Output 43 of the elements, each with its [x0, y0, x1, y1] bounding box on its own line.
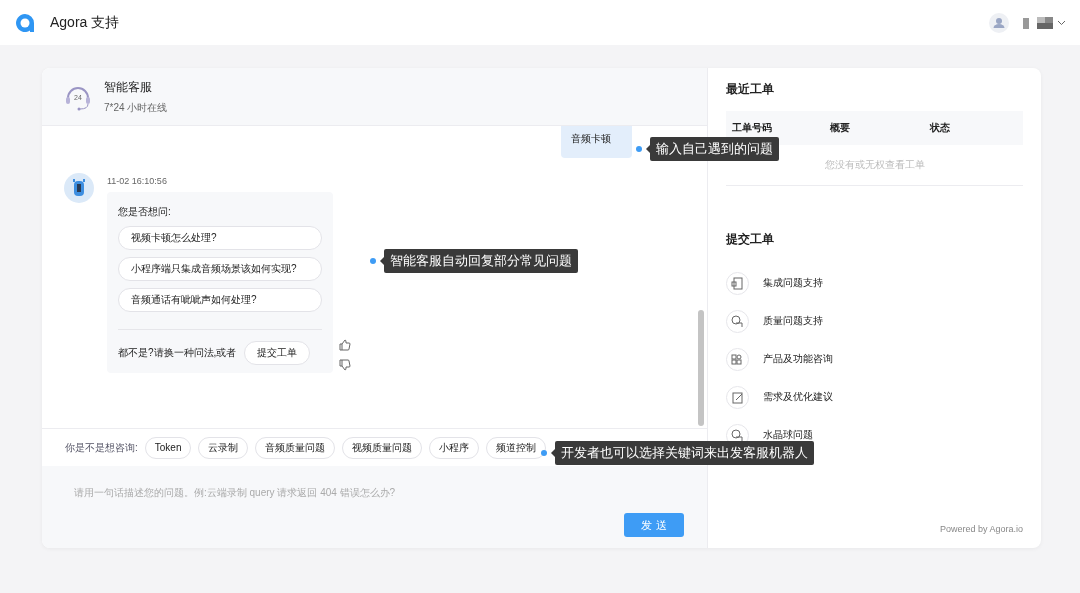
keyword-chip[interactable]: 频道控制	[486, 436, 547, 459]
blurred-name-drawing	[1023, 16, 1053, 29]
keyword-chip[interactable]: 小程序	[429, 436, 480, 459]
user-message: 音频卡顿	[561, 126, 632, 158]
thumbs-down-icon[interactable]	[339, 359, 351, 371]
annotation-dot	[636, 146, 642, 152]
submit-ticket-button[interactable]: 提交工单	[244, 341, 311, 365]
ticket-type-link[interactable]: 质量问题支持	[763, 314, 823, 328]
logo-icon	[14, 11, 36, 34]
keyword-chip[interactable]: 视频质量问题	[342, 436, 423, 459]
avatar-icon[interactable]	[989, 12, 1009, 33]
keyword-chip[interactable]: 云录制	[198, 436, 249, 459]
message-time: 11-02 16:10:56	[107, 176, 168, 186]
thumbs-up-icon[interactable]	[339, 339, 351, 351]
ticket-type-link[interactable]: 产品及功能咨询	[763, 352, 833, 366]
ticket-type-link[interactable]: 水晶球问题	[763, 428, 813, 442]
section-title: 提交工单	[726, 231, 775, 248]
section-title: 最近工单	[726, 81, 775, 98]
online-hours: 7*24 小时在线	[104, 100, 168, 115]
ticket-type-link[interactable]: 集成问题支持	[763, 276, 823, 290]
keyword-chip[interactable]: Token	[144, 436, 192, 459]
ticket-type-link[interactable]: 需求及优化建议	[763, 390, 833, 404]
suggested-question[interactable]: 小程序端只集成音频场景该如何实现?	[118, 257, 322, 281]
app-title: Agora 支持	[50, 13, 120, 32]
edit-icon	[726, 385, 749, 409]
grid-icon	[726, 347, 749, 371]
annotation-dot	[541, 450, 547, 456]
suggested-question[interactable]: 音频通话有呲呲声如何处理?	[118, 288, 322, 312]
keyword-chip[interactable]: 音频质量问题	[255, 436, 336, 459]
suggested-question[interactable]: 视频卡顿怎么处理?	[118, 226, 322, 250]
chevron-down-icon[interactable]	[1057, 19, 1066, 26]
keyword-label: 你是不是想咨询:	[65, 440, 138, 455]
bot-title: 智能客服	[104, 78, 153, 96]
scrollbar[interactable]	[698, 310, 704, 426]
column-header: 状态	[930, 121, 951, 135]
question-prompt: 您是否想问:	[118, 205, 172, 219]
document-icon	[726, 271, 749, 295]
column-header: 概要	[830, 121, 851, 135]
fallback-text: 都不是?请换一种问法,或者	[118, 346, 237, 360]
annotation-dot	[370, 258, 376, 264]
powered-by: Powered by Agora.io	[939, 524, 1023, 534]
robot-avatar-icon	[64, 173, 94, 203]
column-header: 工单号码	[732, 121, 773, 135]
